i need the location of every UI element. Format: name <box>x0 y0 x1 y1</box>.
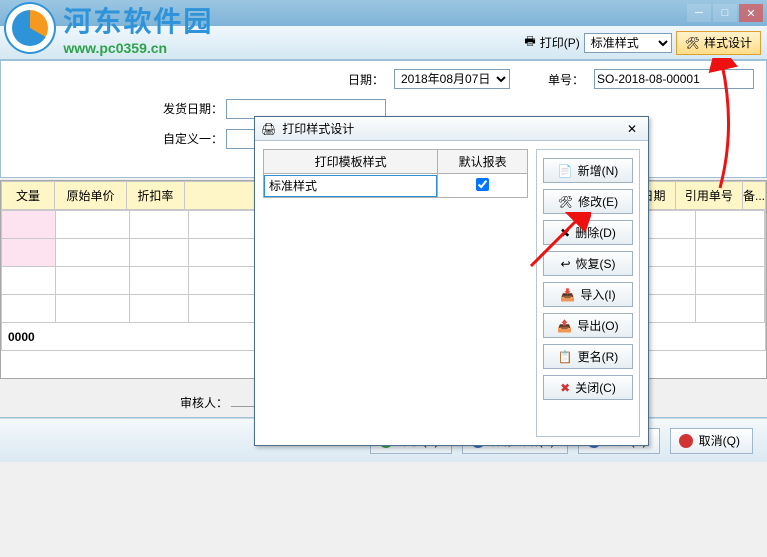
no-field[interactable] <box>594 69 754 89</box>
ship-date-label: 发货日期： <box>163 102 223 116</box>
dialog-row[interactable] <box>264 174 528 198</box>
maximize-button[interactable]: □ <box>713 4 737 22</box>
dialog-icon: 🖨 <box>261 122 276 136</box>
col-price[interactable]: 原始单价 <box>54 182 126 210</box>
window-close-button[interactable]: ✕ <box>739 4 763 22</box>
print-label[interactable]: 打印(P) <box>540 34 580 51</box>
date-label: 日期： <box>348 71 384 88</box>
cancel-button[interactable]: 取消(Q) <box>670 428 753 454</box>
dialog-col-template: 打印模板样式 <box>264 150 438 174</box>
dlg-close-button[interactable]: ✖关闭(C) <box>543 375 633 400</box>
wrench-icon: 🛠 <box>558 195 573 209</box>
delete-icon: ✖ <box>560 226 570 240</box>
undo-icon: ↩ <box>560 257 570 271</box>
date-field[interactable]: 2018年08月07日 <box>394 69 510 89</box>
dialog-col-default: 默认报表 <box>438 150 528 174</box>
dlg-edit-button[interactable]: 🛠修改(E) <box>543 189 633 214</box>
dialog-titlebar[interactable]: 🖨 打印样式设计 ✕ <box>255 117 648 141</box>
dlg-export-button[interactable]: 📤导出(O) <box>543 313 633 338</box>
col-refno[interactable]: 引用单号 <box>675 182 742 210</box>
print-style-select[interactable]: 标准样式 <box>584 33 672 53</box>
minimize-button[interactable]: ─ <box>687 4 711 22</box>
default-checkbox[interactable] <box>476 178 489 191</box>
toolbar: 🖶 打印(P) 标准样式 🛠 样式设计 <box>0 26 767 60</box>
style-design-label: 样式设计 <box>704 34 752 51</box>
custom1-label: 自定义一： <box>163 132 223 146</box>
dialog-button-column: 📄新增(N) 🛠修改(E) ✖删除(D) ↩恢复(S) 📥导入(I) 📤导出(O… <box>536 149 640 437</box>
cancel-icon <box>679 434 693 448</box>
export-icon: 📤 <box>557 319 572 333</box>
reviewer-label: 审核人： <box>180 396 228 410</box>
dialog-title: 打印样式设计 <box>282 120 354 137</box>
dlg-add-button[interactable]: 📄新增(N) <box>543 158 633 183</box>
col-qty[interactable]: 文量 <box>2 182 55 210</box>
col-discount[interactable]: 折扣率 <box>127 182 185 210</box>
dlg-delete-button[interactable]: ✖删除(D) <box>543 220 633 245</box>
import-icon: 📥 <box>560 288 575 302</box>
new-icon: 📄 <box>558 164 573 178</box>
rename-icon: 📋 <box>558 350 573 364</box>
dlg-rename-button[interactable]: 📋更名(R) <box>543 344 633 369</box>
style-design-button[interactable]: 🛠 样式设计 <box>676 31 761 55</box>
close-icon: ✖ <box>560 381 570 395</box>
col-remark[interactable]: 备... <box>742 182 765 210</box>
dlg-restore-button[interactable]: ↩恢复(S) <box>543 251 633 276</box>
dialog-table: 打印模板样式 默认报表 <box>263 149 528 437</box>
print-icon: 🖶 <box>524 32 535 53</box>
template-name-input[interactable] <box>264 175 437 197</box>
no-label: 单号： <box>548 71 584 88</box>
print-style-design-dialog: 🖨 打印样式设计 ✕ 打印模板样式 默认报表 📄新增(N) 🛠修改(E) ✖删除… <box>254 116 649 446</box>
dialog-close-button[interactable]: ✕ <box>622 121 642 137</box>
window-titlebar: ─ □ ✕ <box>0 0 767 26</box>
dlg-import-button[interactable]: 📥导入(I) <box>543 282 633 307</box>
wrench-icon: 🛠 <box>685 36 700 50</box>
